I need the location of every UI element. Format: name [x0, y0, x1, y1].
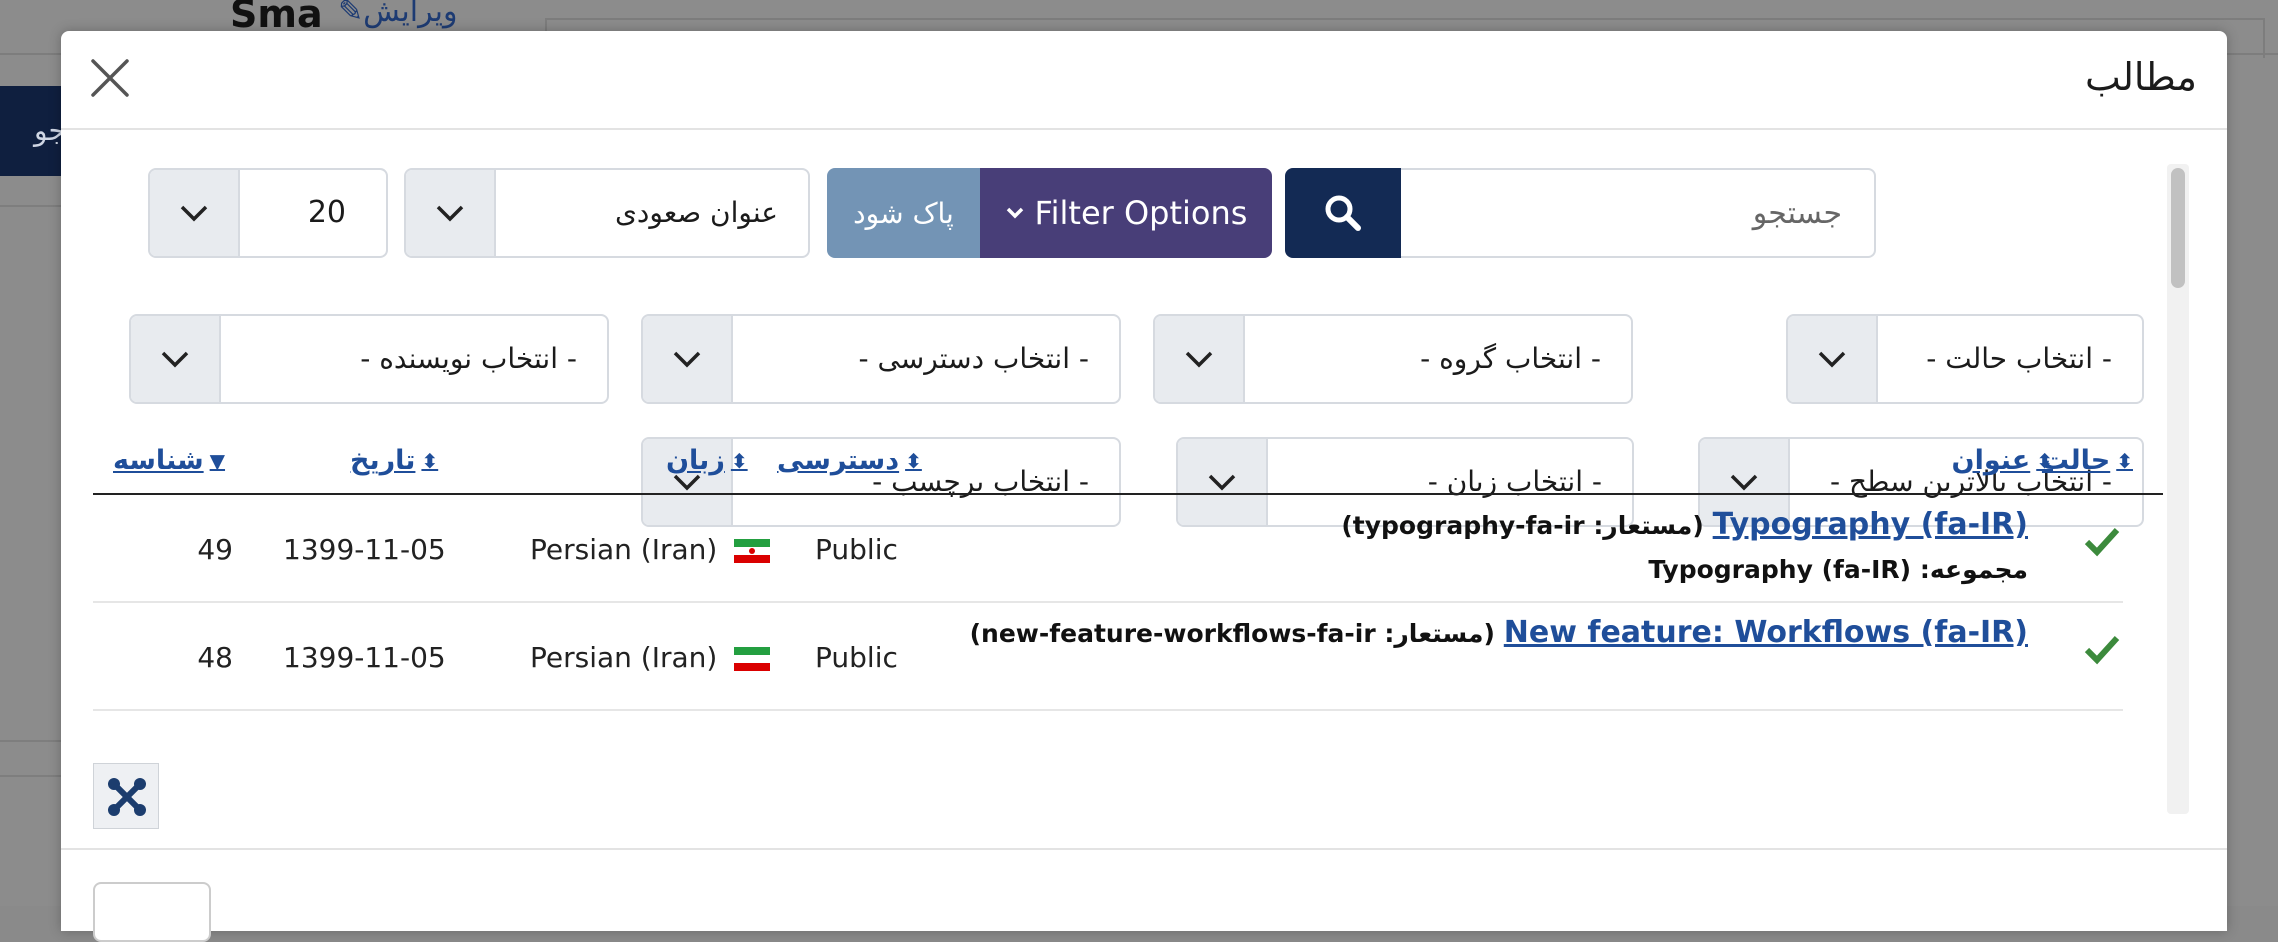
- language-cell: Persian (Iran): [530, 533, 771, 566]
- background-divider: [0, 740, 61, 742]
- language-value: Persian (Iran): [530, 533, 718, 566]
- close-button[interactable]: [85, 53, 135, 103]
- table-row: New feature: Workflows (fa-IR) (مستعار: …: [93, 603, 2123, 711]
- access-header-label: دسترسی: [777, 445, 900, 476]
- sort-icon: ⬍: [421, 448, 439, 473]
- search-input[interactable]: [1401, 168, 1876, 258]
- filter-options-label: Filter Options: [1034, 194, 1248, 232]
- modal-body: Filter Options پاک شود عنوان صعودی 20 - …: [61, 132, 2227, 848]
- chevron-down-icon: [1005, 199, 1025, 227]
- caret-down-icon: ▼: [209, 448, 226, 473]
- sort-status-header[interactable]: ⬍ حالت: [2042, 445, 2133, 476]
- article-alias: (مستعار: new-feature-workflows-fa-ir): [969, 619, 1495, 648]
- ordering-select-value: عنوان صعودی: [615, 196, 778, 229]
- limit-select[interactable]: 20: [148, 168, 388, 258]
- status-filter-toggle: [1788, 316, 1878, 402]
- author-filter-select[interactable]: - انتخاب نویسنده -: [129, 314, 609, 404]
- article-alias: (مستعار: typography-fa-ir): [1341, 511, 1704, 540]
- alias-value: new-feature-workflows-fa-ir: [981, 619, 1376, 648]
- title-header-label: عنوان: [1951, 445, 2031, 476]
- footer-button[interactable]: [93, 882, 211, 942]
- alias-label: مستعار:: [1384, 619, 1484, 648]
- article-title-line: New feature: Workflows (fa-IR) (مستعار: …: [970, 615, 2028, 650]
- access-filter-toggle: [643, 316, 733, 402]
- sort-title-header[interactable]: ⬍ عنوان: [1952, 445, 2053, 476]
- search-button[interactable]: [1285, 168, 1401, 258]
- language-cell: Persian (Iran): [530, 641, 771, 674]
- language-header-label: زبان: [666, 445, 725, 476]
- status-filter-select[interactable]: - انتخاب حالت -: [1786, 314, 2144, 404]
- article-title-link[interactable]: Typography (fa-IR): [1713, 507, 2028, 542]
- articles-modal: مطالب Filter Options پاک شود: [61, 31, 2227, 942]
- search-icon: [1325, 195, 1361, 231]
- access-cell: Public: [815, 533, 898, 566]
- access-cell: Public: [815, 641, 898, 674]
- chevron-down-icon: [436, 205, 464, 222]
- chevron-down-icon: [180, 205, 208, 222]
- scrollbar-thumb[interactable]: [2171, 168, 2185, 288]
- access-filter-value: - انتخاب دسترسی -: [858, 342, 1089, 375]
- date-cell: 1399-11-05: [283, 533, 446, 566]
- group-filter-value: - انتخاب گروه -: [1420, 342, 1601, 375]
- chevron-down-icon: [1185, 351, 1213, 368]
- edit-icon: ✎: [338, 0, 364, 29]
- joomla-logo-icon[interactable]: [93, 763, 159, 829]
- status-filter-value: - انتخاب حالت -: [1926, 342, 2112, 375]
- limit-select-toggle: [150, 170, 240, 256]
- modal-header: مطالب: [61, 31, 2227, 130]
- table-row: Typography (fa-IR) (مستعار: typography-f…: [93, 495, 2123, 603]
- sort-access-header[interactable]: ⬍ دسترسی: [777, 445, 922, 476]
- id-header-label: شناسه: [113, 445, 204, 476]
- search-group: [1285, 168, 1876, 258]
- background-divider: [0, 205, 61, 207]
- article-title-link[interactable]: New feature: Workflows (fa-IR): [1504, 615, 2028, 650]
- sort-id-header[interactable]: ▼ شناسه: [113, 445, 225, 476]
- modal-scrollbar[interactable]: [2167, 164, 2189, 814]
- filter-options-button[interactable]: Filter Options: [980, 168, 1272, 258]
- sort-icon: ⬍: [730, 448, 748, 473]
- iran-flag-icon: [734, 647, 771, 671]
- clear-button[interactable]: پاک شود: [827, 168, 980, 258]
- sort-date-header[interactable]: ⬍ تاریخ: [350, 445, 438, 476]
- table-header: ⬍ حالت ⬍ عنوان ⬍ دسترسی ⬍ زبان ⬍ تاریخ ▼ شناسه: [93, 425, 2163, 495]
- background-divider: [0, 775, 61, 777]
- chevron-down-icon: [673, 351, 701, 368]
- group-label: مجموعه:: [1919, 555, 2028, 584]
- article-title-line: Typography (fa-IR) (مستعار: typography-f…: [1341, 507, 2028, 542]
- published-check-icon[interactable]: [2083, 633, 2121, 672]
- close-icon: [91, 59, 129, 97]
- ordering-select-toggle: [406, 170, 496, 256]
- iran-flag-icon: [734, 539, 771, 563]
- date-cell: 1399-11-05: [283, 641, 446, 674]
- group-filter-select[interactable]: - انتخاب گروه -: [1153, 314, 1633, 404]
- alias-value: typography-fa-ir: [1352, 511, 1585, 540]
- modal-title: مطالب: [2085, 55, 2197, 99]
- background-search-button: جو: [0, 86, 70, 176]
- published-check-icon[interactable]: [2083, 525, 2121, 564]
- sort-icon: ⬍: [2116, 448, 2133, 473]
- sort-icon: ⬍: [905, 448, 922, 473]
- background-edit-link: ✎ویرایش: [338, 0, 457, 29]
- alias-label: مستعار:: [1593, 511, 1693, 540]
- sort-language-header[interactable]: ⬍ زبان: [666, 445, 748, 476]
- access-filter-select[interactable]: - انتخاب دسترسی -: [641, 314, 1121, 404]
- group-filter-toggle: [1155, 316, 1245, 402]
- author-filter-toggle: [131, 316, 221, 402]
- chevron-down-icon: [161, 351, 189, 368]
- sort-icon: ⬍: [2036, 448, 2053, 473]
- article-group: مجموعه: Typography (fa-IR): [1648, 555, 2028, 584]
- author-filter-value: - انتخاب نویسنده -: [360, 342, 577, 375]
- date-header-label: تاریخ: [350, 445, 416, 476]
- ordering-select[interactable]: عنوان صعودی: [404, 168, 810, 258]
- chevron-down-icon: [1818, 351, 1846, 368]
- group-value: Typography (fa-IR): [1648, 555, 1912, 584]
- limit-select-value: 20: [307, 195, 346, 230]
- language-value: Persian (Iran): [530, 641, 718, 674]
- background-edit-label: ویرایش: [363, 0, 458, 29]
- modal-footer: [61, 848, 2227, 942]
